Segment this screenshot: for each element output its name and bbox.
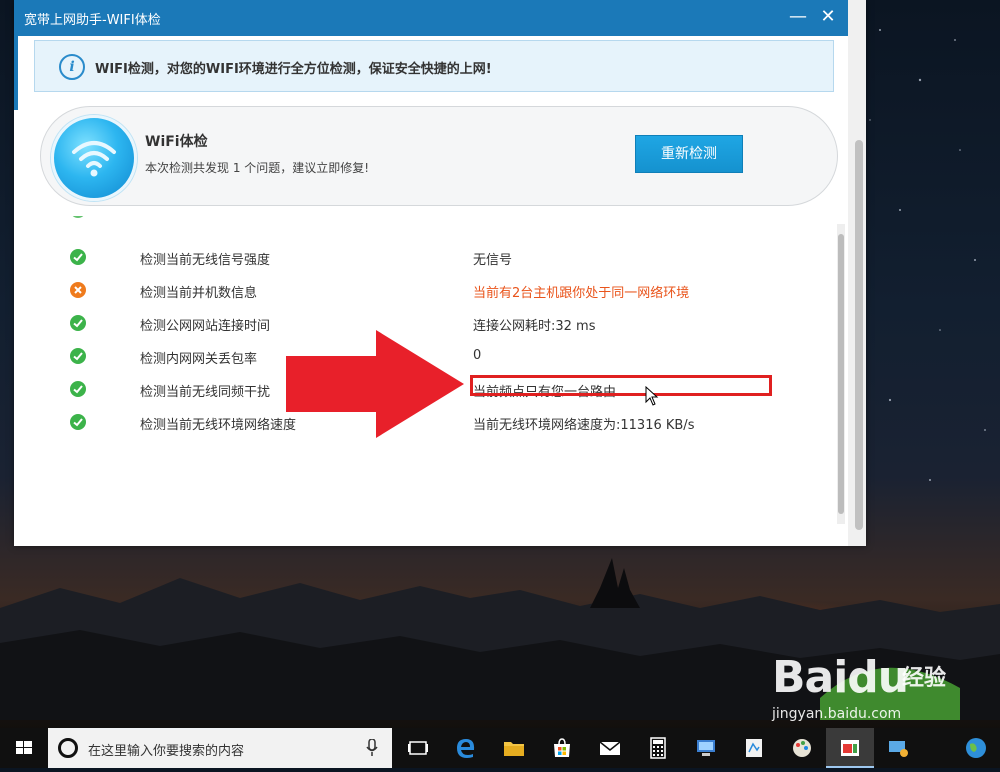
check-row-partial	[18, 216, 838, 249]
baidu-watermark: Baidu 经验 jingyan.baidu.com	[772, 652, 982, 722]
mail-icon	[599, 741, 621, 755]
start-button[interactable]	[0, 728, 48, 768]
watermark-url: jingyan.baidu.com	[772, 706, 902, 722]
page-scrollbar-thumb[interactable]	[855, 140, 863, 530]
colors-icon	[793, 739, 811, 757]
recheck-button[interactable]: 重新检测	[635, 135, 743, 173]
check-ok-icon	[70, 249, 86, 265]
summary-title: WiFi体检	[145, 134, 208, 150]
wifi-badge	[51, 115, 137, 201]
baidu-logo: Baidu	[772, 652, 909, 703]
check-row: 检测当前无线信号强度 无信号	[18, 248, 838, 281]
network-app-button[interactable]	[682, 728, 730, 768]
check-ok-icon	[70, 414, 86, 430]
remote-icon	[889, 741, 908, 757]
close-button[interactable]: ✕	[816, 6, 840, 30]
check-name: 检测公网网站连接时间	[140, 319, 271, 334]
notice-text: WIFI检测，对您的WIFI环境进行全方位检测，保证安全快捷的上网!	[95, 62, 492, 77]
minimize-button[interactable]: —	[786, 6, 810, 30]
check-result: 无信号	[473, 253, 513, 268]
check-result: 当前有2台主机跟你处于同一网络环境	[473, 286, 690, 301]
search-placeholder: 在这里输入你要搜索的内容	[88, 744, 245, 759]
file-explorer-button[interactable]	[490, 728, 538, 768]
mail-button[interactable]	[586, 728, 634, 768]
globe-button[interactable]	[952, 728, 1000, 768]
check-ok-icon	[70, 315, 86, 331]
notice-banner: i WIFI检测，对您的WIFI环境进行全方位检测，保证安全快捷的上网!	[34, 40, 834, 92]
calculator-icon	[650, 737, 666, 759]
task-view-icon	[408, 741, 428, 755]
check-name: 检测当前无线环境网络速度	[140, 418, 297, 433]
edge-button[interactable]	[442, 728, 490, 768]
window-title: 宽带上网助手-WIFI体检	[24, 13, 161, 28]
info-icon: i	[59, 54, 85, 80]
summary-card: WiFi体检 本次检测共发现 1 个问题，建议立即修复! 重新检测	[40, 106, 838, 206]
content-panel: i WIFI检测，对您的WIFI环境进行全方位检测，保证安全快捷的上网! WiF…	[18, 36, 848, 544]
red-arrow-icon	[286, 330, 464, 438]
paint-button[interactable]	[730, 728, 778, 768]
active-app-icon	[841, 740, 859, 756]
check-row: 检测当前并机数信息 当前有2台主机跟你处于同一网络环境	[18, 281, 838, 314]
task-view-button[interactable]	[394, 728, 442, 768]
check-ok-icon	[70, 381, 86, 397]
paint-icon	[746, 739, 762, 757]
windows-start-icon	[16, 741, 32, 754]
globe-icon	[966, 738, 986, 758]
wifi-icon	[72, 141, 116, 177]
check-result: 连接公网耗时:32 ms	[473, 319, 596, 334]
check-name: 检测当前并机数信息	[140, 286, 258, 301]
list-scrollbar-thumb[interactable]	[838, 234, 844, 514]
check-name: 检测内网网关丢包率	[140, 352, 258, 367]
check-result: 当前无线环境网络速度为:11316 KB/s	[473, 418, 695, 433]
taskbar-search[interactable]: 在这里输入你要搜索的内容	[48, 728, 392, 768]
file-explorer-icon	[504, 742, 524, 756]
colors-button[interactable]	[778, 728, 826, 768]
title-bar[interactable]: 宽带上网助手-WIFI体检 — ✕	[14, 0, 866, 36]
cortana-icon	[58, 738, 78, 758]
edge-icon	[457, 739, 475, 758]
watermark-cn: 经验	[902, 666, 947, 691]
active-app-button[interactable]	[826, 728, 874, 768]
remote-button[interactable]	[874, 728, 922, 768]
wifi-check-window: 宽带上网助手-WIFI体检 — ✕ i WIFI检测，对您的WIFI环境进行全方…	[14, 0, 866, 546]
check-result: 0	[473, 348, 482, 363]
store-icon	[554, 738, 570, 757]
network-app-icon	[697, 740, 715, 756]
microphone-icon[interactable]	[366, 739, 378, 757]
calculator-button[interactable]	[634, 728, 682, 768]
check-ok-icon	[70, 348, 86, 364]
partial-status-icon	[70, 216, 86, 218]
taskbar: 在这里输入你要搜索的内容	[0, 728, 1000, 768]
mouse-cursor-icon	[645, 386, 659, 406]
summary-subtitle: 本次检测共发现 1 个问题，建议立即修复!	[145, 161, 370, 175]
check-name: 检测当前无线信号强度	[140, 253, 271, 268]
check-name: 检测当前无线同频干扰	[140, 385, 271, 400]
store-button[interactable]	[538, 728, 586, 768]
red-highlight-box	[470, 375, 772, 396]
warning-x-icon	[70, 282, 86, 298]
